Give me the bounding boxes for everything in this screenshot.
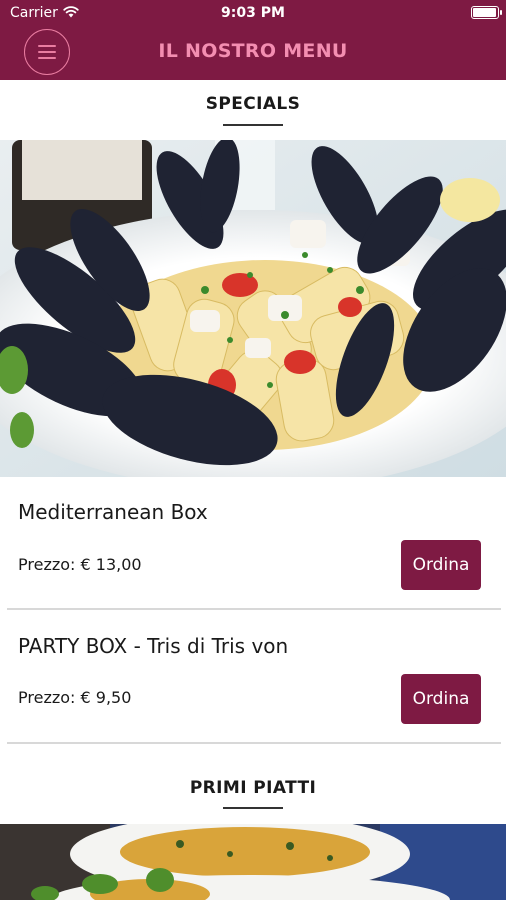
menu-item-price: Prezzo: € 13,00 — [18, 555, 142, 574]
menu-item-name: Mediterranean Box — [18, 500, 208, 524]
app-header: Carrier 9:03 PM IL NOSTRO MENU — [0, 0, 506, 80]
clock: 9:03 PM — [221, 5, 285, 21]
pasta-with-mussels-photo — [0, 140, 506, 477]
section-title-specials: SPECIALS — [205, 94, 301, 114]
battery-level — [473, 8, 496, 17]
menu-item-price: Prezzo: € 9,50 — [18, 688, 132, 707]
order-button[interactable]: Ordina — [401, 540, 481, 590]
section-title-primi-piatti: PRIMI PIATTI — [189, 778, 317, 798]
page-title: IL NOSTRO MENU — [158, 40, 348, 62]
divider — [7, 742, 501, 744]
order-button[interactable]: Ordina — [401, 674, 481, 724]
section-underline — [223, 807, 283, 809]
primi-piatti-image — [0, 824, 506, 900]
specials-image — [0, 140, 506, 477]
menu-item-name: PARTY BOX - Tris di Tris von — [18, 634, 289, 658]
section-underline — [223, 124, 283, 126]
divider — [7, 608, 501, 610]
battery-icon — [471, 6, 502, 19]
pasta-dishes-photo — [0, 824, 506, 900]
status-bar: Carrier 9:03 PM — [0, 0, 506, 26]
